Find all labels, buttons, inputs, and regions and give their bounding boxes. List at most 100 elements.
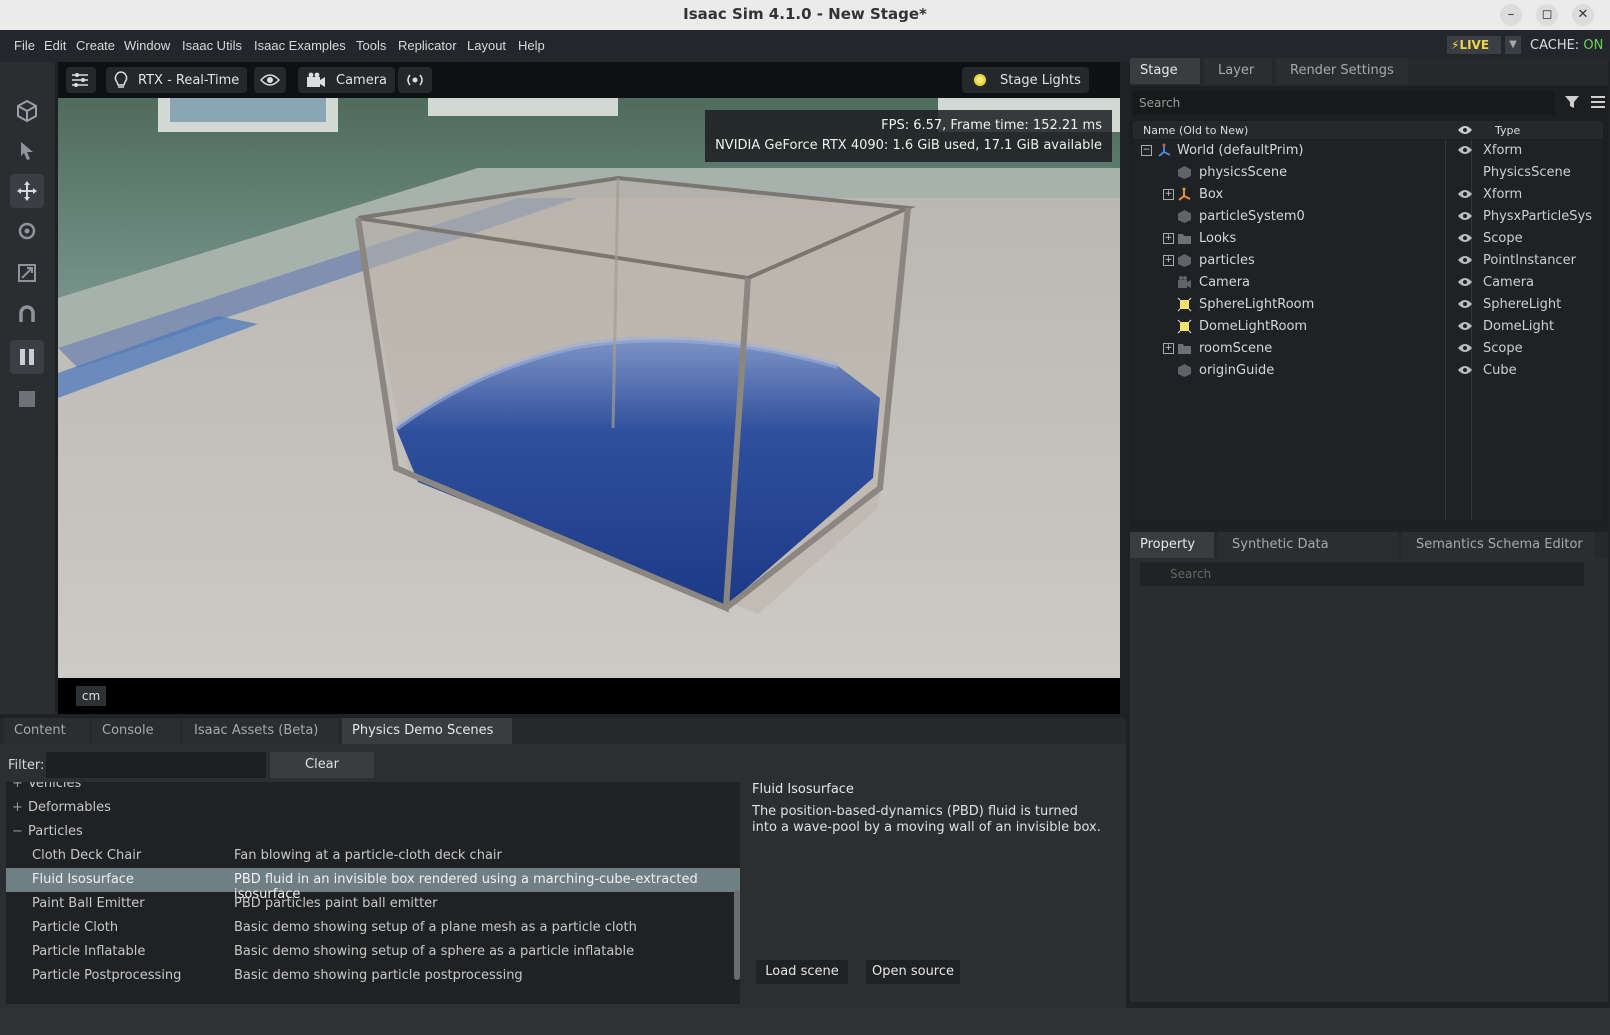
- move-tool[interactable]: [10, 174, 44, 208]
- filter-icon[interactable]: [1564, 94, 1580, 114]
- open-source-button[interactable]: Open source: [866, 960, 960, 984]
- menu-isaac-utils[interactable]: Isaac Utils: [182, 38, 242, 53]
- category-row[interactable]: + Vehicles: [6, 782, 740, 796]
- viewport[interactable]: RTX - Real-Time Camera Stage Lights FPS:…: [58, 62, 1120, 714]
- eye-icon[interactable]: [1457, 253, 1473, 267]
- demo-row[interactable]: Paint Ball Emitter PBD particles paint b…: [6, 892, 740, 916]
- menu-edit[interactable]: Edit: [44, 38, 66, 53]
- live-button[interactable]: ⚡LIVE: [1447, 36, 1501, 54]
- eye-icon[interactable]: [1457, 319, 1473, 333]
- viewport-settings-button[interactable]: [66, 67, 96, 93]
- tree-row-name: originGuide: [1199, 363, 1275, 378]
- light-icon: [1177, 319, 1192, 334]
- stage-lights-button[interactable]: Stage Lights: [962, 67, 1089, 93]
- tree-row-spherelight[interactable]: SphereLightRoom SphereLight: [1133, 294, 1603, 316]
- rotate-tool[interactable]: [10, 214, 44, 248]
- tab-render-settings[interactable]: Render Settings: [1276, 58, 1408, 84]
- category-row[interactable]: + Deformables: [6, 796, 740, 820]
- load-scene-button[interactable]: Load scene: [756, 960, 848, 984]
- tree-row-physicsscene[interactable]: physicsScene PhysicsScene: [1133, 162, 1603, 184]
- tree-row-particlesystem[interactable]: particleSystem0 PhysxParticleSys: [1133, 206, 1603, 228]
- tab-physics-demo-scenes[interactable]: Physics Demo Scenes: [342, 718, 512, 744]
- broadcast-button[interactable]: [398, 67, 432, 93]
- demo-row[interactable]: Particle Inflatable Basic demo showing s…: [6, 940, 740, 964]
- demo-row[interactable]: Cloth Deck Chair Fan blowing at a partic…: [6, 844, 740, 868]
- snap-tool[interactable]: [10, 298, 44, 332]
- tab-stage[interactable]: Stage: [1130, 58, 1200, 84]
- column-type-header[interactable]: Type: [1495, 124, 1520, 137]
- menu-layout[interactable]: Layout: [467, 38, 506, 53]
- menu-help[interactable]: Help: [518, 38, 545, 53]
- menu-window[interactable]: Window: [124, 38, 170, 53]
- collapse-icon[interactable]: −: [12, 824, 23, 839]
- eye-icon[interactable]: [1457, 124, 1473, 136]
- menu-isaac-examples[interactable]: Isaac Examples: [254, 38, 346, 53]
- minimize-button[interactable]: –: [1500, 4, 1522, 26]
- tree-row-originguide[interactable]: originGuide Cube: [1133, 360, 1603, 382]
- demo-row[interactable]: Particle Cloth Basic demo showing setup …: [6, 916, 740, 940]
- tab-layer[interactable]: Layer: [1204, 58, 1272, 84]
- tree-row-looks[interactable]: + Looks Scope: [1133, 228, 1603, 250]
- tree-row-type: Camera: [1483, 275, 1535, 290]
- menu-create[interactable]: Create: [76, 38, 115, 53]
- unit-indicator[interactable]: cm: [76, 686, 106, 706]
- menu-file[interactable]: File: [14, 38, 35, 53]
- eye-icon[interactable]: [1457, 187, 1473, 201]
- tree-row-camera[interactable]: Camera Camera: [1133, 272, 1603, 294]
- close-button[interactable]: ✕: [1572, 4, 1594, 26]
- camera-button[interactable]: Camera: [298, 67, 396, 93]
- category-row[interactable]: − Particles: [6, 820, 740, 844]
- expand-icon[interactable]: +: [12, 800, 23, 815]
- cube-select-tool[interactable]: [10, 94, 44, 128]
- eye-icon[interactable]: [1457, 143, 1473, 157]
- scale-tool[interactable]: [10, 256, 44, 290]
- expand-icon[interactable]: +: [1163, 189, 1174, 200]
- filter-input[interactable]: [46, 752, 266, 778]
- render-scene[interactable]: FPS: 6.57, Frame time: 152.21 ms NVIDIA …: [58, 98, 1120, 678]
- tab-isaac-assets[interactable]: Isaac Assets (Beta): [182, 718, 338, 744]
- expand-icon[interactable]: +: [1163, 343, 1174, 354]
- maximize-button[interactable]: ◻: [1536, 4, 1558, 26]
- pause-button[interactable]: [10, 340, 44, 374]
- property-search-input[interactable]: Search: [1140, 562, 1584, 586]
- tree-row-particles[interactable]: + particles PointInstancer: [1133, 250, 1603, 272]
- demo-row[interactable]: Particle Postprocessing Basic demo showi…: [6, 964, 740, 988]
- visibility-button[interactable]: [254, 67, 286, 93]
- list-scrollbar[interactable]: [734, 890, 740, 980]
- clear-button[interactable]: Clear: [270, 752, 374, 778]
- tree-row-world[interactable]: − World (defaultPrim) Xform: [1133, 140, 1603, 162]
- render-mode-button[interactable]: RTX - Real-Time: [106, 67, 248, 93]
- bottom-tabs: Content Console Isaac Assets (Beta) Phys…: [0, 718, 1126, 744]
- tree-row-type: Xform: [1483, 187, 1523, 202]
- expand-icon[interactable]: +: [12, 782, 23, 791]
- collapse-icon[interactable]: −: [1141, 145, 1152, 156]
- tab-semantics-schema-editor[interactable]: Semantics Schema Editor: [1402, 532, 1594, 558]
- eye-icon[interactable]: [1457, 297, 1473, 311]
- tree-row-box[interactable]: + Box Xform: [1133, 184, 1603, 206]
- tab-property[interactable]: Property: [1130, 532, 1214, 558]
- select-tool[interactable]: [10, 134, 44, 168]
- stage-search-input[interactable]: Search: [1133, 91, 1555, 115]
- tree-row-domelight[interactable]: DomeLightRoom DomeLight: [1133, 316, 1603, 338]
- eye-icon[interactable]: [1457, 275, 1473, 289]
- eye-icon[interactable]: [1457, 341, 1473, 355]
- stop-button[interactable]: [10, 382, 44, 416]
- menu-replicator[interactable]: Replicator: [398, 38, 457, 53]
- tab-console[interactable]: Console: [92, 718, 180, 744]
- cache-label: CACHE:: [1530, 38, 1580, 53]
- expand-icon[interactable]: +: [1163, 233, 1174, 244]
- demo-row-selected[interactable]: Fluid Isosurface PBD fluid in an invisib…: [6, 868, 740, 902]
- tree-row-roomscene[interactable]: + roomScene Scope: [1133, 338, 1603, 360]
- menu-tools[interactable]: Tools: [356, 38, 386, 53]
- column-name-header[interactable]: Name (Old to New): [1143, 124, 1248, 137]
- light-icon: [1177, 297, 1192, 312]
- cursor-arrow-icon: [21, 142, 33, 160]
- eye-icon[interactable]: [1457, 363, 1473, 377]
- eye-icon[interactable]: [1457, 209, 1473, 223]
- hamburger-menu-icon[interactable]: [1590, 94, 1606, 114]
- eye-icon[interactable]: [1457, 231, 1473, 245]
- expand-icon[interactable]: +: [1163, 255, 1174, 266]
- tab-synthetic-data-recorder[interactable]: Synthetic Data Recorder: [1218, 532, 1398, 578]
- tab-content[interactable]: Content: [4, 718, 90, 744]
- live-dropdown-button[interactable]: ▼: [1505, 36, 1521, 54]
